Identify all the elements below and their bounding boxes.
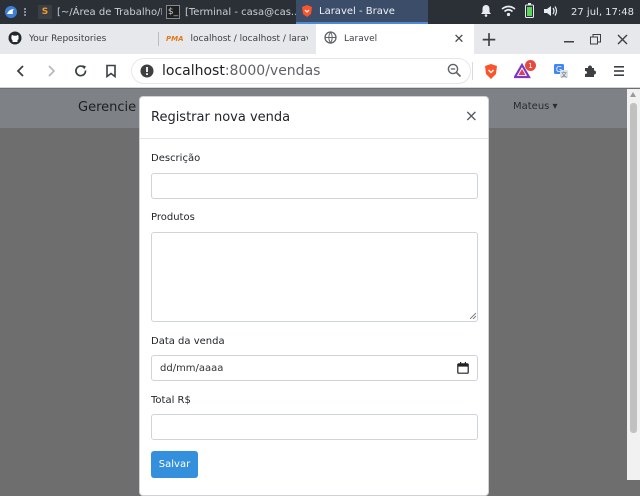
back-icon [16, 64, 24, 77]
back-button[interactable] [6, 54, 36, 88]
forward-icon [48, 64, 56, 77]
globe-icon [324, 31, 337, 47]
hamburger-icon [614, 66, 624, 76]
bookmark-icon [106, 64, 116, 78]
toolbar-divider [472, 62, 473, 80]
rewards-badge: 1 [525, 60, 536, 71]
new-tab-button[interactable]: + [474, 24, 504, 54]
tab-github[interactable]: Your Repositories [0, 24, 158, 54]
data-venda-input[interactable]: dd/mm/aaaa [151, 355, 478, 381]
url-host: localhost [162, 63, 225, 79]
translate-extension-button[interactable]: G文 [549, 54, 573, 88]
scrollbar-thumb[interactable] [630, 103, 637, 433]
clock[interactable]: 27 jul, 17:48 [571, 7, 634, 18]
terminal-icon: $_ [166, 5, 180, 19]
user-menu[interactable]: Mateus ▾ [513, 101, 558, 112]
new-sale-modal: Registrar nova venda × Descrição Produto… [139, 96, 489, 496]
sublime-icon: S [38, 5, 52, 19]
forward-button[interactable] [36, 54, 66, 88]
total-label: Total R$ [151, 395, 191, 406]
scroll-up-icon[interactable] [630, 92, 636, 97]
phpmyadmin-icon: PMA [166, 35, 184, 43]
brave-shield-icon [485, 63, 497, 79]
taskbar-item-brave[interactable]: Laravel - Brave [296, 0, 428, 24]
close-window-icon[interactable] [617, 30, 628, 49]
brave-rewards-button[interactable]: 1 [511, 54, 536, 88]
github-icon [8, 31, 22, 48]
date-placeholder: dd/mm/aaaa [160, 362, 224, 374]
bookmark-button[interactable] [96, 54, 126, 88]
wifi-icon[interactable] [501, 5, 516, 20]
calendar-icon[interactable] [457, 362, 469, 374]
modal-header: Registrar nova venda × [140, 97, 488, 139]
zoom-out-icon[interactable] [447, 63, 462, 78]
taskbar-item-label: Laravel - Brave [319, 5, 395, 17]
taskbar-item-label: [~/Área de Trabalho/F... [57, 6, 162, 18]
taskbar-item-editor[interactable]: S [~/Área de Trabalho/F... [34, 0, 162, 24]
tab-label: Your Repositories [29, 34, 107, 44]
produtos-label: Produtos [151, 212, 195, 223]
page-scrollbar[interactable] [627, 89, 640, 480]
taskbar-item-terminal[interactable]: $_ [Terminal - casa@cas... [162, 0, 296, 24]
taskbar-item-label: [Terminal - casa@cas... [185, 6, 296, 18]
info-icon[interactable] [140, 64, 154, 78]
puzzle-icon [585, 65, 596, 77]
descricao-label: Descrição [151, 153, 201, 164]
svg-text:文: 文 [561, 71, 567, 79]
browser-menu-button[interactable] [607, 54, 631, 88]
browser-tabstrip: Your Repositories PMA localhost / localh… [0, 24, 640, 54]
minimize-icon[interactable] [564, 30, 574, 49]
restore-icon[interactable] [590, 30, 601, 49]
reload-icon [75, 64, 87, 76]
start-menu-icon[interactable] [0, 0, 22, 24]
resize-handle-icon[interactable] [469, 312, 476, 319]
brave-icon [300, 4, 314, 18]
url-path: :8000/vendas [224, 63, 321, 79]
descricao-input[interactable] [151, 173, 478, 199]
produtos-textarea[interactable] [151, 232, 478, 322]
os-taskbar: S [~/Área de Trabalho/F... $_ [Terminal … [0, 0, 640, 24]
data-venda-label: Data da venda [151, 336, 225, 347]
address-bar[interactable]: localhost:8000/vendas [131, 58, 471, 84]
window-controls [564, 24, 640, 54]
tab-label: localhost / localhost / larav [190, 34, 308, 44]
battery-icon[interactable] [525, 3, 535, 21]
translate-icon: G文 [554, 64, 568, 79]
workspace-dots-icon[interactable] [22, 0, 34, 24]
modal-close-icon[interactable]: × [465, 106, 478, 125]
volume-icon[interactable] [543, 5, 558, 20]
tab-laravel[interactable]: Laravel ✕ [316, 24, 474, 54]
close-tab-icon[interactable]: ✕ [452, 32, 466, 47]
total-input[interactable] [151, 414, 478, 440]
notification-bell-icon[interactable] [480, 4, 492, 20]
reload-button[interactable] [66, 54, 96, 88]
save-button[interactable]: Salvar [151, 451, 198, 478]
brave-shields-button[interactable] [479, 54, 503, 88]
browser-toolbar: localhost:8000/vendas 1 G文 [0, 54, 640, 88]
tab-phpmyadmin[interactable]: PMA localhost / localhost / larav [158, 24, 316, 54]
url-text: localhost:8000/vendas [162, 63, 320, 79]
modal-title: Registrar nova venda [151, 110, 291, 125]
tab-label: Laravel [344, 34, 378, 44]
system-tray: 27 jul, 17:48 [480, 0, 640, 24]
extensions-button[interactable] [578, 54, 602, 88]
